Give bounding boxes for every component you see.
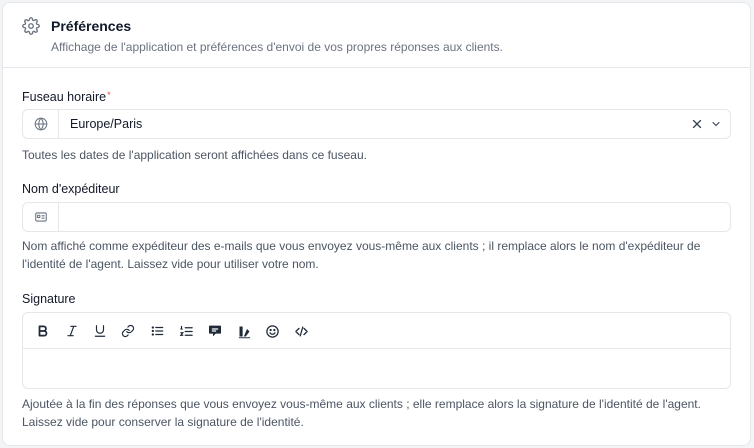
gear-icon xyxy=(22,17,40,35)
timezone-value: Europe/Paris xyxy=(70,117,143,131)
timezone-help: Toutes les dates de l'application seront… xyxy=(22,148,367,162)
timezone-prefix xyxy=(23,110,59,138)
sender-name-input[interactable] xyxy=(61,204,726,230)
signature-help: Ajoutée à la fin des réponses que vous e… xyxy=(22,397,701,429)
chevron-down-icon[interactable] xyxy=(710,118,722,130)
timezone-label-text: Fuseau horaire xyxy=(22,90,107,104)
comment-icon[interactable] xyxy=(206,322,224,340)
underline-icon[interactable] xyxy=(91,322,109,340)
bold-icon[interactable] xyxy=(34,322,52,340)
card-header: Préférences Affichage de l'application e… xyxy=(3,3,750,68)
globe-icon xyxy=(34,117,47,131)
italic-icon[interactable] xyxy=(63,322,81,340)
numbered-list-icon[interactable] xyxy=(177,322,195,340)
link-icon[interactable] xyxy=(119,322,137,340)
editor-toolbar xyxy=(23,313,730,349)
required-mark: * xyxy=(107,90,111,100)
code-icon[interactable] xyxy=(292,322,310,340)
highlight-icon[interactable] xyxy=(235,322,253,340)
page-title: Préférences xyxy=(51,18,132,34)
sender-name-field[interactable] xyxy=(22,202,731,232)
emoji-icon[interactable] xyxy=(263,322,281,340)
sender-name-label: Nom d'expéditeur xyxy=(22,182,120,196)
timezone-select[interactable]: Europe/Paris xyxy=(22,109,731,139)
id-card-icon xyxy=(34,212,47,222)
page-subtitle: Affichage de l'application et préférence… xyxy=(51,40,503,54)
sender-name-prefix xyxy=(23,203,59,231)
clear-icon[interactable] xyxy=(690,117,704,131)
signature-label: Signature xyxy=(22,292,76,306)
signature-editor xyxy=(22,312,731,389)
timezone-label: Fuseau horaire* xyxy=(22,90,111,104)
signature-input[interactable] xyxy=(23,350,730,388)
sender-name-help: Nom affiché comme expéditeur des e-mails… xyxy=(22,239,701,271)
preferences-card: Préférences Affichage de l'application e… xyxy=(2,2,751,446)
bullet-list-icon[interactable] xyxy=(148,322,166,340)
